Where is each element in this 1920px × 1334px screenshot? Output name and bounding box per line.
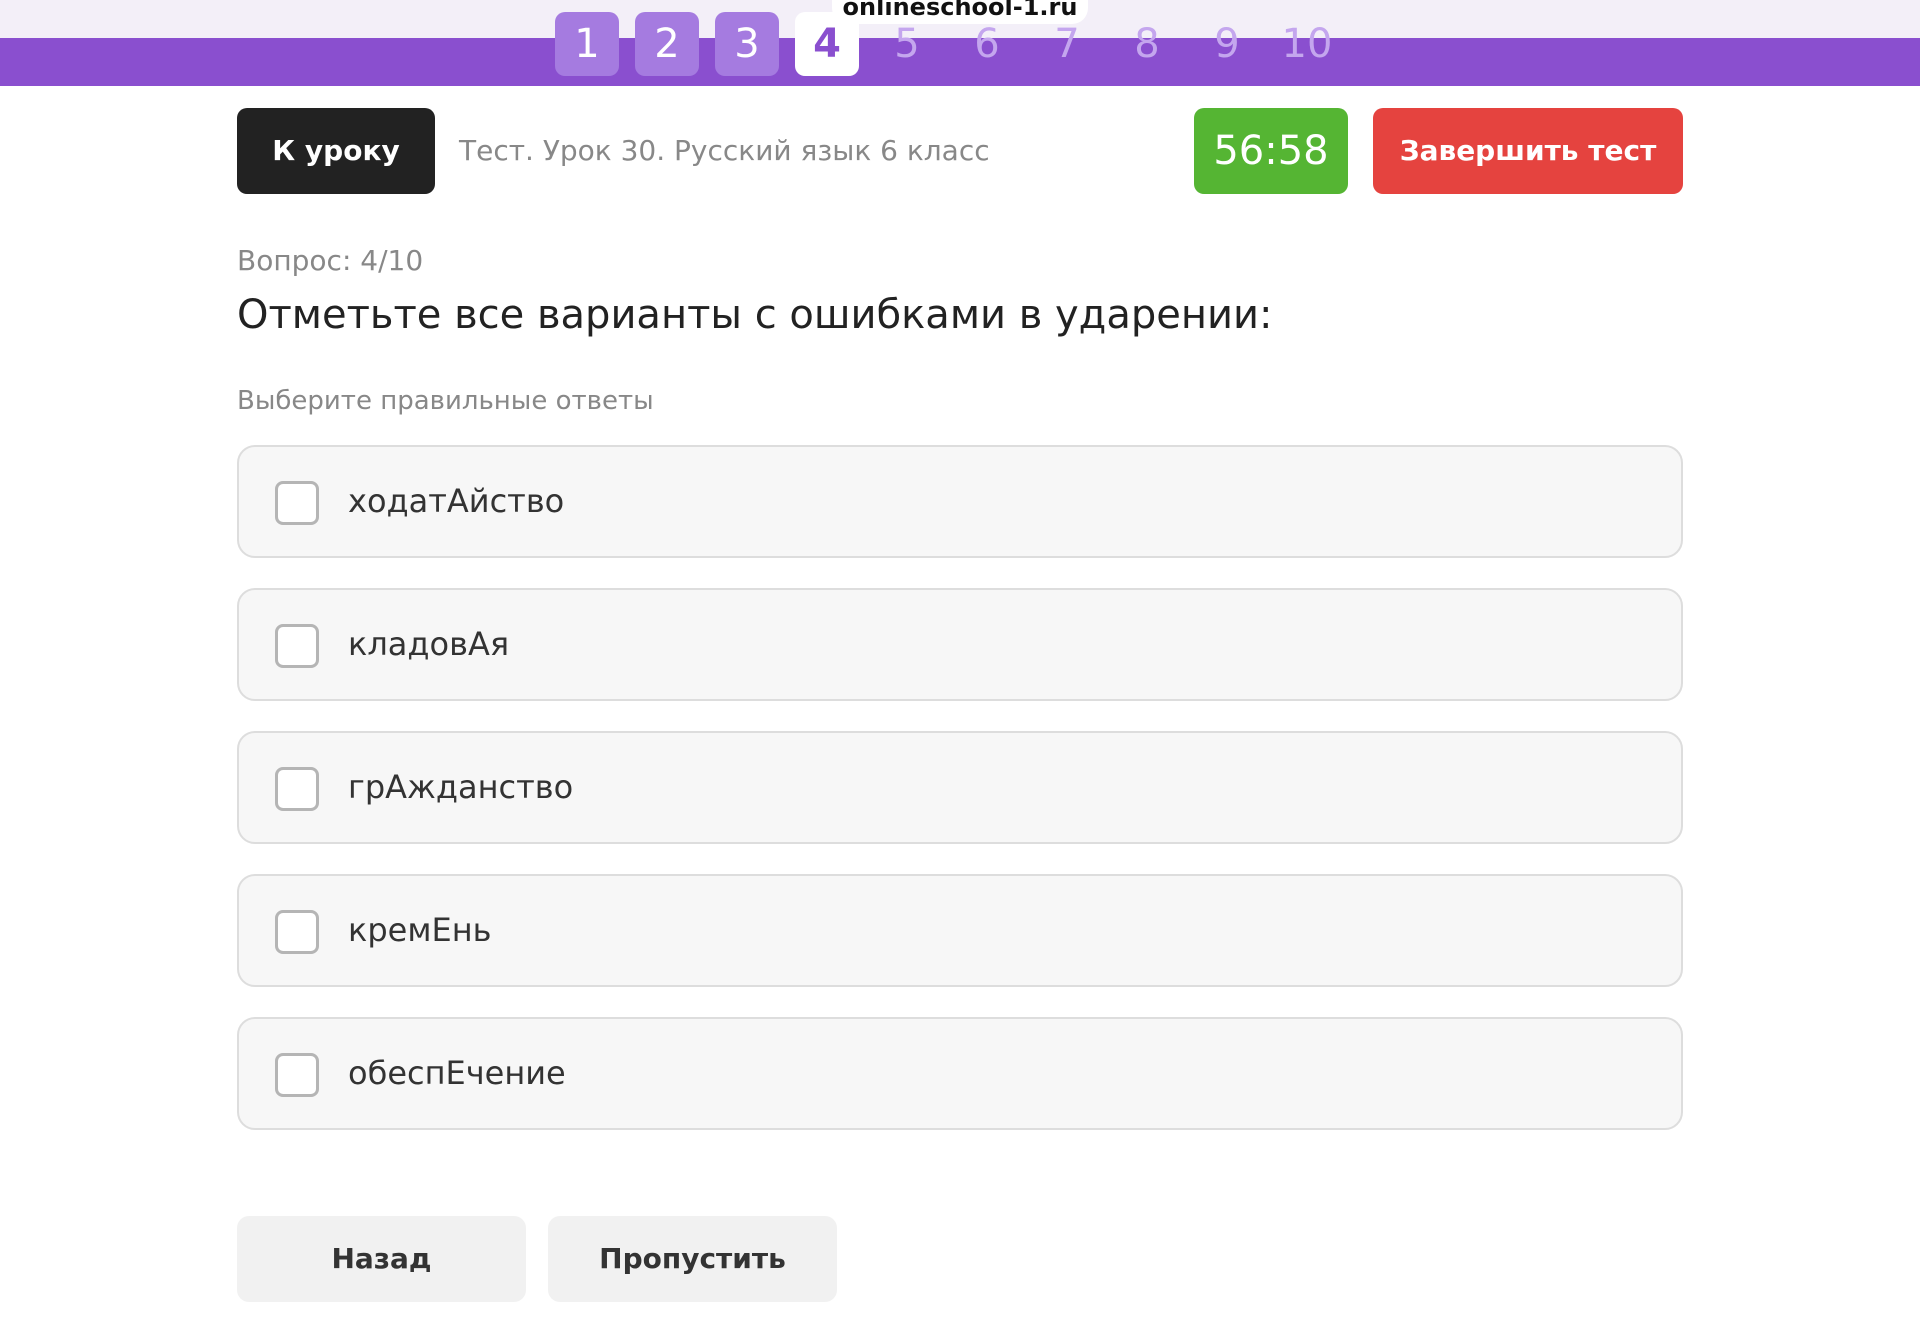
question-nav-item[interactable]: 9 <box>1195 12 1259 76</box>
answer-options: ходатАйство кладовАя грАжданство кремЕнь… <box>237 445 1683 1160</box>
finish-test-button[interactable]: Завершить тест <box>1373 108 1683 194</box>
test-header: К уроку Тест. Урок 30. Русский язык 6 кл… <box>237 108 1683 194</box>
answer-option[interactable]: обеспЕчение <box>237 1017 1683 1130</box>
answer-option-label: обеспЕчение <box>348 1054 566 1092</box>
question-nav-item[interactable]: 8 <box>1115 12 1179 76</box>
question-nav-item[interactable]: 3 <box>715 12 779 76</box>
url-text[interactable]: onlineschool-1.ru <box>832 0 1088 24</box>
back-button[interactable]: Назад <box>237 1216 526 1302</box>
test-title: Тест. Урок 30. Русский язык 6 класс <box>459 134 990 167</box>
answer-option[interactable]: грАжданство <box>237 731 1683 844</box>
answer-option[interactable]: кладовАя <box>237 588 1683 701</box>
answer-option-label: грАжданство <box>348 768 574 806</box>
question-nav-item[interactable]: 1 <box>555 12 619 76</box>
question-counter: Вопрос: 4/10 <box>237 244 424 277</box>
question-text: Отметьте все варианты с ошибками в ударе… <box>237 292 1273 338</box>
timer-badge: 56:58 <box>1194 108 1348 194</box>
back-to-lesson-button[interactable]: К уроку <box>237 108 435 194</box>
question-nav-item[interactable]: 10 <box>1275 12 1339 76</box>
answer-instruction: Выберите правильные ответы <box>237 386 654 416</box>
answer-option-label: ходатАйство <box>348 482 565 520</box>
answer-checkbox[interactable] <box>275 624 319 668</box>
answer-checkbox[interactable] <box>275 910 319 954</box>
answer-checkbox[interactable] <box>275 767 319 811</box>
answer-option-label: кладовАя <box>348 625 510 663</box>
answer-checkbox[interactable] <box>275 1053 319 1097</box>
question-nav-item[interactable]: 2 <box>635 12 699 76</box>
answer-option[interactable]: кремЕнь <box>237 874 1683 987</box>
answer-checkbox[interactable] <box>275 481 319 525</box>
answer-option[interactable]: ходатАйство <box>237 445 1683 558</box>
answer-option-label: кремЕнь <box>348 911 492 949</box>
skip-button[interactable]: Пропустить <box>548 1216 837 1302</box>
